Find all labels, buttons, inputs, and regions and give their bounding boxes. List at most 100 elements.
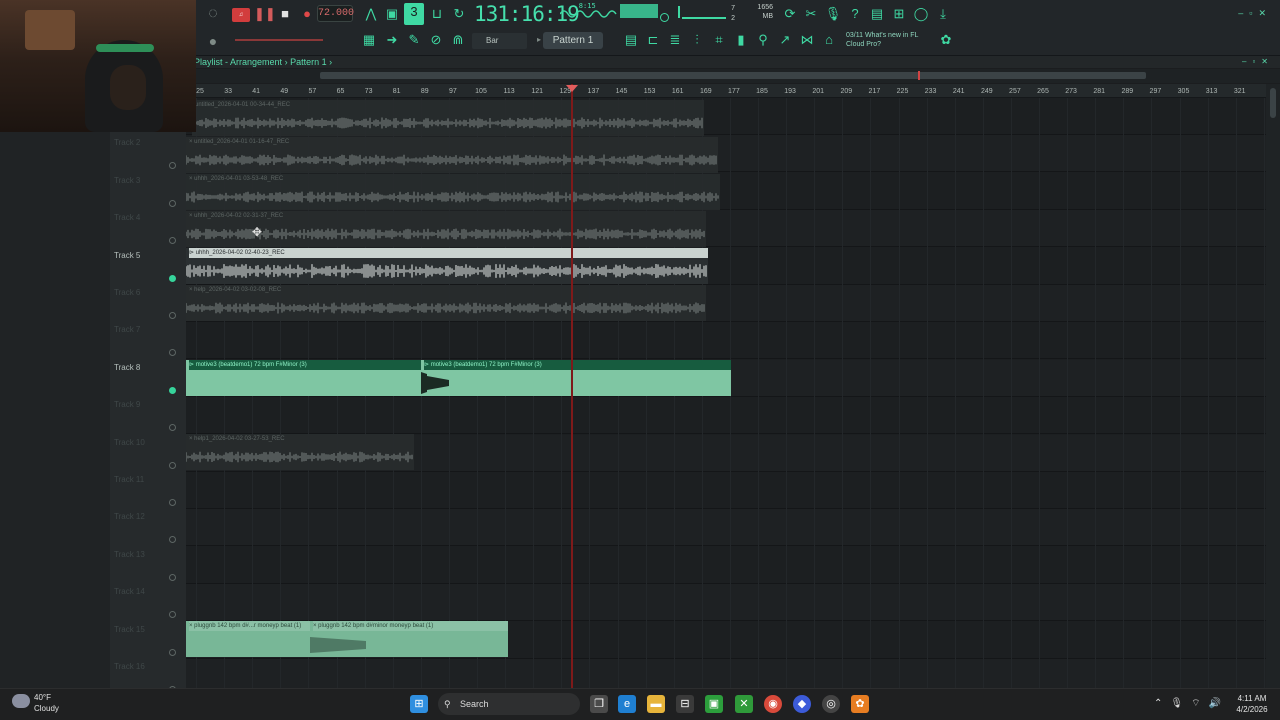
cut-icon[interactable]: ✂ (802, 5, 820, 23)
browser-icon[interactable]: ≣ (666, 31, 684, 49)
audio-clip[interactable]: × help_2026-04-02 03-02-08_REC (186, 285, 706, 321)
track-mute-led[interactable] (169, 499, 176, 506)
piano-roll-icon[interactable]: ▦ (360, 31, 378, 49)
project-icon[interactable]: ▮ (732, 31, 750, 49)
news-hint[interactable]: 03/11 What's new in FL Cloud Pro? (846, 31, 936, 49)
vertical-scrollbar[interactable] (1266, 84, 1280, 688)
track-name[interactable]: Track 6 (114, 288, 140, 297)
pattern-selector[interactable]: Pattern 1 (543, 32, 603, 49)
app-icon[interactable]: ◆ (793, 695, 811, 713)
track-mute-led[interactable] (169, 573, 176, 581)
chat-icon[interactable]: ◯ (912, 5, 930, 23)
track-name[interactable]: Track 15 (114, 625, 145, 634)
track-name[interactable]: Track 9 (114, 400, 140, 409)
track-mute-led[interactable] (169, 461, 176, 469)
audio-clip-selected[interactable]: ⊳ uhhh_2026-04-02 02-40-23_REC (186, 248, 708, 284)
task-view-icon[interactable]: ❐ (590, 695, 608, 713)
pattern-clip[interactable]: × pluggnb 142 bpm d#minor moneyp beat (1… (310, 621, 508, 657)
master-volume-knob-icon[interactable]: ● (204, 32, 222, 50)
plugin-picker-icon[interactable]: ⚲ (754, 31, 772, 49)
vscroll-thumb[interactable] (1270, 88, 1276, 118)
timeline-ruler[interactable]: 25 33 41 49 57 65 73 81 89 97 105 113 121 129 137 145 15… (196, 84, 1266, 98)
audio-clip[interactable]: × help1_2026-04-02 03-27-53_REC (186, 434, 414, 470)
tempo-display[interactable]: 72.000 (317, 5, 354, 22)
track-lane[interactable] (186, 322, 1266, 360)
pattern-clip[interactable]: × pluggnb 142 bpm d#...r moneyp beat (1) (186, 621, 310, 657)
system-tray[interactable]: ⌃🎙⌔🔊 (1154, 697, 1229, 710)
audio-clip[interactable]: × uhhh_2026-04-01 03-53-48_REC (186, 174, 720, 210)
xbox-icon[interactable]: ✕ (735, 695, 753, 713)
audio-clip[interactable]: × uhhh_2026-04-02 02-31-37_REC (186, 211, 706, 247)
horizontal-scrollbar[interactable] (196, 69, 1280, 83)
mixer-icon[interactable]: ⫶ (688, 31, 706, 49)
track-name[interactable]: Track 5 (114, 251, 140, 260)
store-icon[interactable]: ⊟ (676, 695, 694, 713)
playhead-line[interactable] (571, 84, 573, 688)
track-lane[interactable] (186, 547, 1266, 584)
breadcrumb-title[interactable]: Playlist - Arrangement (194, 57, 282, 67)
chrome-icon[interactable]: ◉ (764, 695, 782, 713)
audio-clip[interactable]: untitled_2026-04-01 00-34-44_REC (192, 100, 704, 136)
shop-icon[interactable]: ⌂ (820, 31, 838, 49)
taskbar-search[interactable]: ⚲ Search (438, 693, 580, 715)
master-pitch-slider[interactable] (235, 39, 323, 41)
fl-cloud-icon[interactable]: ✿ (937, 31, 955, 49)
minecraft-icon[interactable]: ▣ (705, 695, 723, 713)
track-name[interactable]: Track 4 (114, 213, 140, 222)
taskbar-clock[interactable]: 4:11 AM 4/2/2026 (1228, 693, 1276, 715)
link-icon[interactable]: ⊘ (427, 31, 445, 49)
fl-studio-taskbar-icon[interactable]: ✿ (851, 695, 869, 713)
help-icon[interactable]: ? (846, 5, 864, 23)
step-edit-icon[interactable]: ⊔ (428, 5, 446, 23)
fx-icon[interactable]: ⋈ (798, 31, 816, 49)
track-mute-led[interactable] (169, 274, 176, 282)
magnet-icon[interactable]: ⋒ (449, 31, 467, 49)
track-mute-led[interactable] (169, 199, 176, 207)
track-name[interactable]: Track 14 (114, 587, 145, 596)
audio-clip[interactable]: × untitled_2026-04-01 01-16-47_REC (186, 137, 718, 173)
track-name[interactable]: Track 7 (114, 325, 140, 334)
windows-start-icon[interactable]: ⊞ (410, 695, 428, 713)
breadcrumb-pattern[interactable]: Pattern 1 (290, 57, 327, 67)
pause-icon[interactable]: ❚❚ (254, 5, 276, 23)
track-name[interactable]: Track 16 (114, 662, 145, 671)
touch-keyboard-icon[interactable]: ↗ (776, 31, 794, 49)
plugin-database-icon[interactable]: ⌗ (710, 31, 728, 49)
wait-input-icon[interactable]: ▣ (383, 5, 401, 23)
file-explorer-icon[interactable]: ▬ (647, 695, 665, 713)
playlist-window-controls[interactable]: –▫✕ (1242, 57, 1274, 66)
cloud-weather-icon[interactable] (12, 694, 30, 708)
metronome-icon[interactable]: ⋀ (362, 5, 380, 23)
channel-rack-icon[interactable]: ⊏ (644, 31, 662, 49)
track-mute-led[interactable] (169, 312, 176, 319)
edge-icon[interactable]: e (618, 695, 636, 713)
track-name[interactable]: Track 10 (114, 438, 145, 447)
playhead-marker-icon[interactable] (566, 85, 578, 92)
track-name[interactable]: Track 2 (114, 138, 140, 147)
snap-selector[interactable]: Bar (472, 33, 527, 49)
window-controls[interactable]: –▫✕ (1238, 8, 1272, 19)
playlist-grid[interactable]: untitled_2026-04-01 00-34-44_REC × untit… (186, 98, 1266, 688)
countdown-icon[interactable]: 3 (404, 3, 424, 25)
steam-icon[interactable]: ◎ (822, 695, 840, 713)
track-lane[interactable] (186, 472, 1266, 509)
save-icon[interactable]: ▤ (868, 5, 886, 23)
record-icon[interactable]: ● (298, 5, 316, 23)
track-name[interactable]: Track 8 (114, 363, 140, 372)
track-name[interactable]: Track 12 (114, 512, 145, 521)
arrow-right-icon[interactable]: ➜ (383, 31, 401, 49)
weather-widget[interactable]: 40°F Cloudy (34, 692, 59, 714)
stop-icon[interactable]: ■ (276, 5, 294, 23)
track-name[interactable]: Track 3 (114, 176, 140, 185)
track-mute-led[interactable] (169, 648, 176, 656)
menu-swirl-icon[interactable]: ◌ (204, 5, 222, 23)
midi-keyboard-icon[interactable]: ⊞ (890, 5, 908, 23)
pattern-clip[interactable]: ⊳ motive3 (beatdemo1) 72 bpm F#Minor (3) (421, 360, 731, 396)
track-lane[interactable] (186, 659, 1266, 688)
track-lane[interactable] (186, 397, 1266, 435)
track-mute-led[interactable] (169, 386, 176, 394)
track-lane[interactable] (186, 584, 1266, 622)
track-name[interactable]: Track 13 (114, 550, 145, 559)
download-icon[interactable]: ⤓ (934, 5, 952, 23)
loop-record-icon[interactable]: ↻ (450, 5, 468, 23)
